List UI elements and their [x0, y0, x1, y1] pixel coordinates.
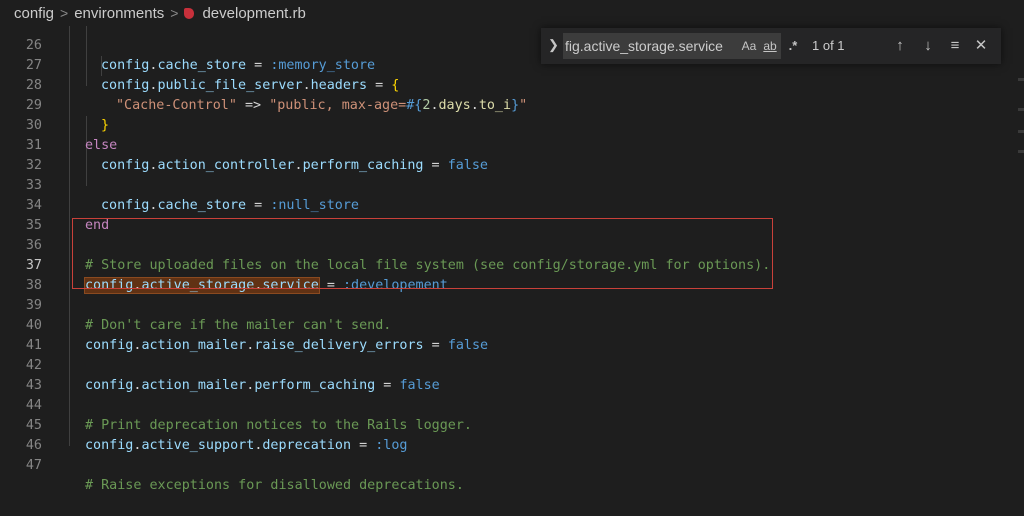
close-icon[interactable]: ✕ — [970, 34, 992, 58]
code-line[interactable]: 36 # Store uploaded files on the local f… — [0, 216, 1010, 273]
match-whole-word-button[interactable]: ab — [760, 33, 780, 59]
code-line[interactable]: 42 config.action_mailer.perform_caching … — [0, 336, 1010, 393]
chevron-right-icon[interactable]: ❯ — [548, 37, 559, 53]
overview-ruler-mark — [1018, 130, 1024, 133]
match-case-button[interactable]: Aa — [739, 33, 759, 59]
code-line[interactable]: 34 end — [0, 176, 1010, 233]
find-result-count: 1 of 1 — [812, 38, 845, 53]
find-widget: ❯ fig.active_storage.service Aa ab .* 1 … — [541, 28, 1001, 64]
code-editor[interactable]: 26 config.cache_store = :memory_store 27… — [0, 16, 1024, 493]
code-line[interactable]: 40 config.action_mailer.raise_delivery_e… — [0, 296, 1010, 353]
breadcrumb-item-config[interactable]: config — [14, 5, 54, 22]
code-line-active[interactable]: 37 config.active_storage.service = :deve… — [0, 236, 1010, 294]
code-line[interactable]: 31 config.action_controller.perform_cach… — [0, 116, 1010, 173]
use-regex-button[interactable]: .* — [784, 33, 802, 59]
code-line[interactable]: 29 } — [0, 76, 1010, 133]
code-line[interactable]: 45 config.active_support.deprecation = :… — [0, 396, 1010, 453]
code-line[interactable]: 46 — [0, 416, 1010, 453]
code-line[interactable]: 44 # Print deprecation notices to the Ra… — [0, 376, 1010, 433]
code-line[interactable]: 32 — [0, 136, 1010, 173]
overview-ruler-mark — [1018, 108, 1024, 111]
find-in-selection-icon[interactable]: ≡ — [944, 34, 966, 58]
overview-ruler-mark — [1018, 150, 1024, 153]
vertical-scrollbar[interactable] — [1010, 26, 1024, 446]
code-line[interactable]: 41 — [0, 316, 1010, 353]
code-line[interactable]: 30 else — [0, 96, 1010, 153]
breadcrumb-separator: > — [170, 5, 179, 21]
code-line[interactable]: 33 config.cache_store = :null_store — [0, 156, 1010, 213]
breadcrumb-separator: > — [60, 5, 69, 21]
overview-ruler-mark — [1018, 78, 1024, 81]
breadcrumb-item-file[interactable]: development.rb — [202, 5, 305, 22]
code-line[interactable]: 47 # Raise exceptions for disallowed dep… — [0, 436, 1010, 493]
breadcrumb-item-environments[interactable]: environments — [74, 5, 164, 22]
arrow-up-icon[interactable]: ↑ — [889, 34, 911, 58]
ruby-file-icon — [184, 7, 195, 19]
line-number: 47 — [25, 458, 42, 473]
code-line[interactable]: 38 — [0, 256, 1010, 293]
code-line[interactable]: 35 — [0, 196, 1010, 233]
breadcrumb: config > environments > development.rb — [0, 0, 1024, 26]
arrow-down-icon[interactable]: ↓ — [917, 34, 939, 58]
comment-text: # Raise exceptions for disallowed deprec… — [85, 478, 464, 493]
code-line[interactable]: 39 # Don't care if the mailer can't send… — [0, 276, 1010, 333]
code-line[interactable]: 43 — [0, 356, 1010, 393]
